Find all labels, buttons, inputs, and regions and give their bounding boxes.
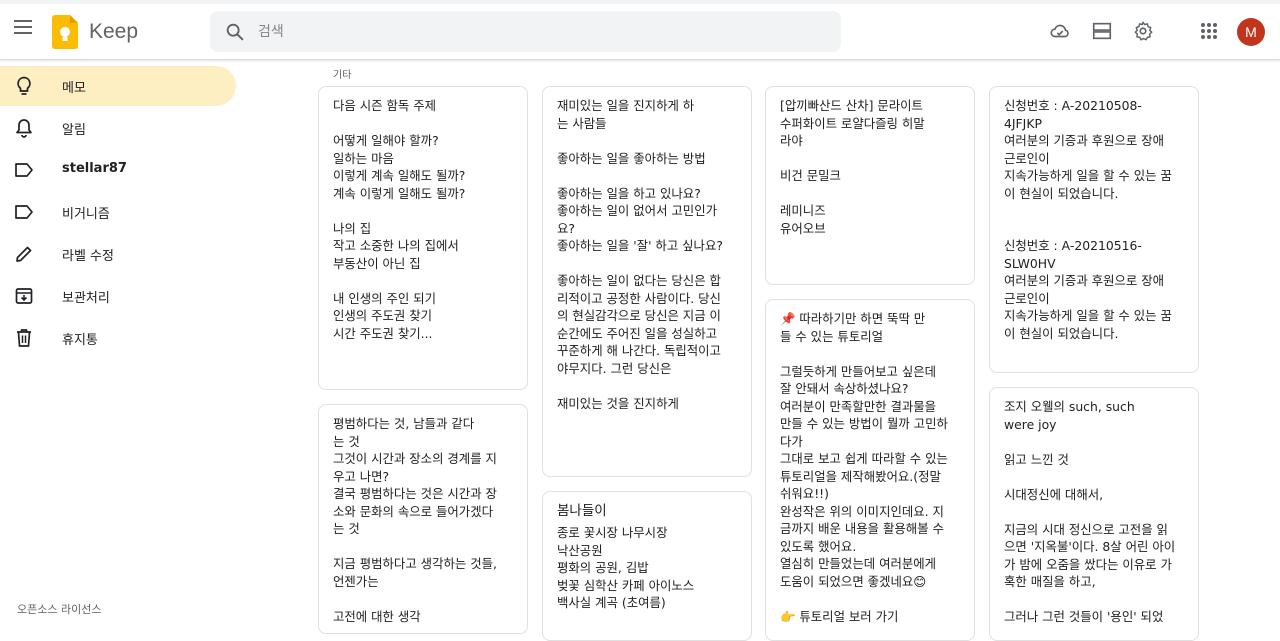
trash-icon (14, 328, 34, 348)
note-card[interactable]: 다음 시즌 함독 주제 어떻게 일해야 할까? 일하는 마음 이렇게 계속 일해… (318, 86, 528, 390)
sidebar-item-label: 메모 (62, 81, 86, 96)
sidebar-item-trash[interactable]: 휴지통 (0, 318, 236, 358)
account-avatar[interactable]: M (1237, 18, 1265, 46)
section-label-others: 기타 (333, 70, 352, 81)
note-body: 다음 시즌 함독 주제 어떻게 일해야 할까? 일하는 마음 이렇게 계속 일해… (333, 98, 466, 341)
archive-icon (14, 286, 34, 306)
sidebar-item-veganism[interactable]: 비거니즘 (0, 192, 236, 232)
sidebar-item-label: 휴지통 (62, 333, 98, 348)
keep-logo-icon[interactable] (52, 15, 78, 49)
sidebar-item-label: 알림 (62, 123, 86, 138)
menu-icon-bar (14, 26, 32, 28)
cloud-done-icon[interactable] (1047, 18, 1073, 44)
pencil-icon (14, 244, 34, 264)
note-card[interactable]: [압끼빠산드 산차] 문라이트 수퍼화이트 로얄다즐링 히말 라야 비건 문밀크… (765, 86, 975, 285)
search-bar[interactable] (210, 11, 841, 52)
sidebar-item-label: 라벨 수정 (62, 249, 114, 264)
sidebar-item-label: 보관처리 (62, 291, 110, 306)
note-card[interactable]: 재미있는 일을 진지하게 하 는 사람들 좋아하는 일을 좋아하는 방법 좋아하… (542, 86, 752, 477)
lightbulb-icon (14, 76, 34, 96)
note-card[interactable]: 📌 따라하기만 하면 뚝딱 만 들 수 있는 튜토리얼 그럴듯하게 만들어보고 … (765, 299, 975, 641)
sidebar: 메모 알림 stellar87 비거니즘 라벨 수정 보관처리 휴지통 (0, 60, 280, 621)
label-icon (14, 160, 34, 180)
note-card[interactable]: 평범하다는 것, 남들과 같다 는 것 그것이 시간과 장소의 경계를 지 우고… (318, 404, 528, 634)
sidebar-item-edit-labels[interactable]: 라벨 수정 (0, 234, 236, 274)
sidebar-item-archive[interactable]: 보관처리 (0, 276, 236, 316)
search-input[interactable] (258, 11, 818, 52)
sidebar-item-memo[interactable]: 메모 (0, 66, 236, 106)
menu-icon-bar (14, 20, 32, 22)
open-source-license-link[interactable]: 오픈소스 라이선스 (17, 601, 101, 617)
list-view-icon[interactable] (1089, 18, 1115, 44)
search-icon[interactable] (224, 21, 246, 43)
note-body: [압끼빠산드 산차] 문라이트 수퍼화이트 로얄다즐링 히말 라야 비건 문밀크… (780, 98, 925, 236)
sidebar-item-stellar87[interactable]: stellar87 (0, 150, 236, 190)
note-body: 조지 오웰의 such, such were joy 읽고 느낀 것 시대정신에… (1004, 399, 1176, 624)
sidebar-item-label: stellar87 (62, 161, 127, 176)
note-card[interactable]: 조지 오웰의 such, such were joy 읽고 느낀 것 시대정신에… (989, 387, 1199, 641)
note-body: 재미있는 일을 진지하게 하 는 사람들 좋아하는 일을 좋아하는 방법 좋아하… (557, 98, 723, 411)
note-body: 종로 꽃시장 나무시장 낙산공원 평화의 공원, 김밥 벚꽃 심학산 카페 아이… (557, 525, 695, 610)
app-header: Keep M (0, 4, 1280, 60)
menu-icon-bar (14, 32, 32, 34)
bell-icon (14, 118, 34, 138)
settings-icon[interactable] (1130, 18, 1156, 44)
note-body: 📌 따라하기만 하면 뚝딱 만 들 수 있는 튜토리얼 그럴듯하게 만들어보고 … (780, 311, 948, 624)
sidebar-item-label: 비거니즘 (62, 207, 110, 222)
apps-grid-icon[interactable] (1196, 18, 1222, 44)
sidebar-item-reminders[interactable]: 알림 (0, 108, 236, 148)
note-title: 봄나들이 (557, 503, 607, 519)
note-body: 평범하다는 것, 남들과 같다 는 것 그것이 시간과 장소의 경계를 지 우고… (333, 416, 497, 624)
note-card[interactable]: 신청번호 : A-20210508- 4JFJKP 여러분의 기증과 후원으로 … (989, 86, 1199, 373)
note-card[interactable]: 봄나들이 종로 꽃시장 나무시장 낙산공원 평화의 공원, 김밥 벚꽃 심학산 … (542, 491, 752, 641)
main-menu-button[interactable] (10, 14, 36, 40)
label-icon (14, 202, 34, 222)
app-name[interactable]: Keep (89, 20, 138, 44)
note-body: 신청번호 : A-20210508- 4JFJKP 여러분의 기증과 후원으로 … (1004, 98, 1172, 341)
